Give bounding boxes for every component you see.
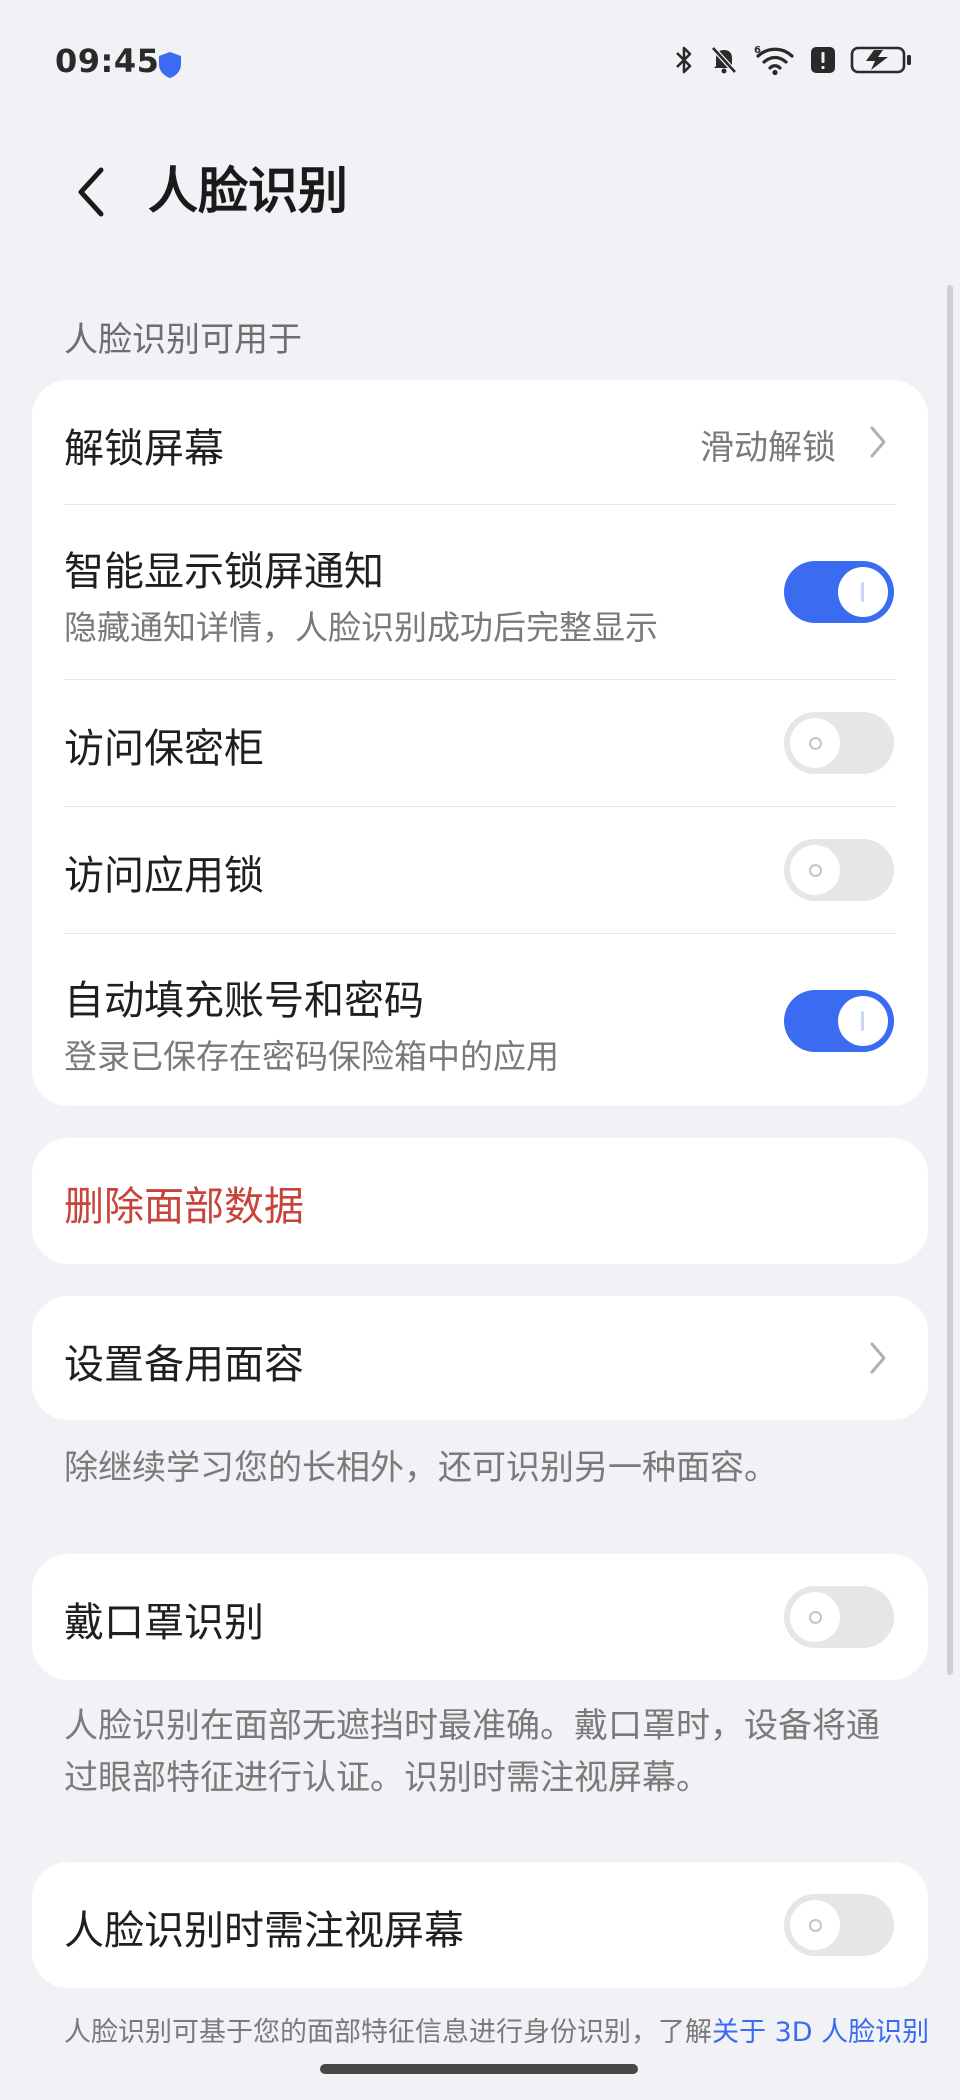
status-icons: 6 <box>674 44 912 76</box>
mask-recognition-hint: 人脸识别在面部无遮挡时最准确。戴口罩时，设备将通过眼部特征进行认证。识别时需注视… <box>64 1706 880 1798</box>
row-subtitle: 隐藏通知详情，人脸识别成功后完整显示 <box>64 608 658 647</box>
back-button[interactable] <box>62 152 122 232</box>
app-lock-row[interactable]: 访问应用锁 <box>64 807 896 934</box>
row-title: 戴口罩识别 <box>64 1600 264 1646</box>
row-value: 滑动解锁 <box>700 428 836 468</box>
scrollbar[interactable] <box>947 285 953 1675</box>
attention-toggle[interactable] <box>784 1894 894 1956</box>
wifi-6-icon: 6 <box>754 45 794 76</box>
row-title: 解锁屏幕 <box>64 426 224 472</box>
status-time: 09:45 <box>55 42 160 80</box>
page-title: 人脸识别 <box>148 162 348 220</box>
shield-icon <box>159 52 181 78</box>
attention-row[interactable]: 人脸识别时需注视屏幕 <box>64 1862 896 1988</box>
svg-text:6: 6 <box>754 45 761 56</box>
home-indicator[interactable] <box>320 2064 638 2074</box>
smart-notification-toggle[interactable] <box>784 561 894 623</box>
footer-description: 人脸识别可基于您的面部特征信息进行身份识别，了解 <box>64 2017 712 2048</box>
chevron-left-icon <box>78 167 104 217</box>
delete-face-data-button[interactable]: 删除面部数据 <box>64 1174 304 1232</box>
alternate-face-row[interactable]: 设置备用面容 <box>64 1296 896 1420</box>
app-lock-toggle[interactable] <box>784 839 894 901</box>
mask-recognition-toggle[interactable] <box>784 1586 894 1648</box>
status-bar: 09:45 6 <box>0 0 960 130</box>
row-title: 访问保密柜 <box>64 726 264 772</box>
autofill-toggle[interactable] <box>784 990 894 1052</box>
autofill-row[interactable]: 自动填充账号和密码 登录已保存在密码保险箱中的应用 <box>64 934 896 1110</box>
about-3d-face-link[interactable]: 关于 3D 人脸识别 <box>712 2017 929 2048</box>
row-title: 人脸识别时需注视屏幕 <box>64 1908 464 1954</box>
private-safe-row[interactable]: 访问保密柜 <box>64 680 896 807</box>
delete-face-data-row[interactable]: 删除面部数据 <box>64 1138 896 1264</box>
unlock-screen-row[interactable]: 解锁屏幕 滑动解锁 <box>64 380 896 505</box>
header: 人脸识别 <box>0 130 960 260</box>
alert-icon <box>811 47 835 73</box>
smart-notification-row[interactable]: 智能显示锁屏通知 隐藏通知详情，人脸识别成功后完整显示 <box>64 505 896 680</box>
chevron-right-icon <box>870 426 886 458</box>
row-subtitle: 登录已保存在密码保险箱中的应用 <box>64 1037 559 1076</box>
row-title: 自动填充账号和密码 <box>64 978 424 1024</box>
bluetooth-icon <box>676 46 692 74</box>
alternate-face-card[interactable]: 设置备用面容 <box>32 1296 928 1420</box>
footer-text: 人脸识别可基于您的面部特征信息进行身份识别，了解关于 3D 人脸识别 <box>64 2010 929 2049</box>
alternate-face-hint: 除继续学习您的长相外，还可识别另一种面容。 <box>64 1448 778 1488</box>
battery-charging-icon <box>850 46 911 74</box>
delete-face-data-card[interactable]: 删除面部数据 <box>32 1138 928 1264</box>
row-title: 智能显示锁屏通知 <box>64 549 384 595</box>
attention-card[interactable]: 人脸识别时需注视屏幕 <box>32 1862 928 1988</box>
row-title: 设置备用面容 <box>64 1342 304 1388</box>
section-label: 人脸识别可用于 <box>64 320 302 360</box>
private-safe-toggle[interactable] <box>784 712 894 774</box>
mask-recognition-card[interactable]: 戴口罩识别 <box>32 1554 928 1680</box>
mute-icon <box>711 46 737 74</box>
row-title: 访问应用锁 <box>64 853 264 899</box>
chevron-right-icon <box>870 1342 886 1374</box>
mask-recognition-row[interactable]: 戴口罩识别 <box>64 1554 896 1680</box>
usage-card: 解锁屏幕 滑动解锁 智能显示锁屏通知 隐藏通知详情，人脸识别成功后完整显示 访问… <box>32 380 928 1106</box>
